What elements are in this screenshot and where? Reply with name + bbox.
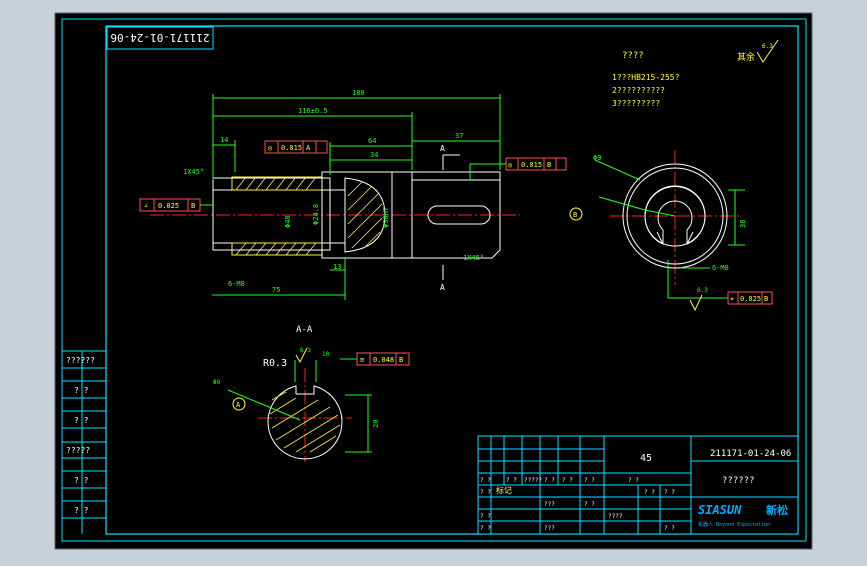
material: 45 bbox=[640, 453, 652, 464]
svg-text:? ?: ? ? bbox=[584, 477, 595, 484]
notes-line-1: 1???HB215-255? bbox=[612, 73, 680, 82]
svg-text:? ?: ? ? bbox=[664, 489, 675, 496]
svg-text:B: B bbox=[399, 356, 403, 364]
svg-text:0.048: 0.048 bbox=[373, 356, 394, 364]
svg-text:∠: ∠ bbox=[144, 202, 148, 210]
svg-text:0.025: 0.025 bbox=[158, 202, 179, 210]
svg-text:? ?: ? ? bbox=[562, 477, 573, 484]
dim-length-b: 116±0.5 bbox=[298, 107, 328, 115]
svg-text:? ?: ? ? bbox=[506, 477, 517, 484]
svg-text:? ?: ? ? bbox=[480, 489, 491, 496]
svg-text:0.015: 0.015 bbox=[281, 144, 302, 152]
svg-text:0.025: 0.025 bbox=[740, 295, 761, 303]
dim-r03: R0.3 bbox=[263, 358, 287, 369]
title-block: 45 211171-01-24-06 ?????? SIASUN 新松 机器人 … bbox=[477, 435, 799, 535]
notes-line-3: 3????????? bbox=[612, 99, 660, 108]
svg-text:B: B bbox=[764, 295, 768, 303]
stamp-label: 标记 bbox=[496, 485, 512, 495]
left-label-5: ? ? bbox=[74, 506, 89, 515]
svg-text:其余: 其余 bbox=[737, 51, 755, 63]
section-mark-top: A bbox=[440, 144, 445, 153]
left-label-2: ? ? bbox=[74, 416, 89, 425]
dim-chamfer-right: 1X45° bbox=[463, 254, 484, 262]
company-logo: SIASUN bbox=[698, 503, 742, 517]
dim-phi48: Φ48 bbox=[284, 215, 292, 228]
roughness-right: 6.3 bbox=[697, 287, 708, 294]
svg-text:? ?: ? ? bbox=[628, 477, 639, 484]
svg-text:? ?: ? ? bbox=[584, 501, 595, 508]
dim-total-length: 180 bbox=[352, 89, 365, 97]
company-slogan: 机器人 Beyond Expectation bbox=[698, 521, 770, 528]
left-label-3: ????? bbox=[66, 446, 90, 455]
dim-phi24: Φ24.8 bbox=[312, 204, 320, 225]
svg-text:? ?: ? ? bbox=[480, 513, 491, 520]
svg-text:B: B bbox=[191, 202, 195, 210]
left-label-1: ? ? bbox=[74, 386, 89, 395]
dim-phi9-section: Φ9 bbox=[213, 379, 221, 386]
notes-title: ???? bbox=[622, 51, 644, 61]
svg-text:? ?: ? ? bbox=[480, 477, 491, 484]
dim-20: 20 bbox=[372, 420, 380, 428]
drawing-number: 211171-01-24-06 bbox=[710, 449, 791, 459]
section-mark-bottom: A bbox=[440, 283, 445, 292]
dim-thread: 6-M8 bbox=[228, 280, 245, 288]
svg-text:????: ???? bbox=[608, 513, 623, 520]
dim-chamfer-left: 1X45° bbox=[183, 168, 204, 176]
svg-text:B: B bbox=[547, 161, 551, 169]
dim-14: 14 bbox=[220, 136, 228, 144]
dim-75: 75 bbox=[272, 286, 280, 294]
svg-text:? ?: ? ? bbox=[480, 525, 491, 532]
dim-13: 13 bbox=[333, 263, 341, 271]
section-aa-title: A-A bbox=[296, 325, 313, 335]
svg-text:? ?: ? ? bbox=[664, 525, 675, 532]
cad-viewport[interactable]: 211171-01-24-06 ?????? ? ? ? ? ????? ? ?… bbox=[0, 0, 867, 562]
dim-38: 38 bbox=[739, 220, 747, 228]
left-label-0: ?????? bbox=[66, 356, 95, 365]
dim-37: 37 bbox=[455, 132, 463, 140]
part-name: ?????? bbox=[722, 476, 755, 486]
drawing-canvas[interactable]: 211171-01-24-06 ?????? ? ? ? ? ????? ? ?… bbox=[0, 0, 867, 562]
company-logo-cn: 新松 bbox=[766, 503, 788, 517]
datum-b-bubble: B bbox=[573, 211, 577, 219]
dim-bore: Φ30H7 bbox=[382, 207, 390, 228]
notes-line-2: 2?????????? bbox=[612, 86, 665, 95]
dim-thread-right: 6-M8 bbox=[712, 264, 729, 272]
svg-text:? ?: ? ? bbox=[644, 489, 655, 496]
svg-text:⌖: ⌖ bbox=[730, 295, 734, 303]
svg-text:???: ??? bbox=[544, 501, 555, 508]
dim-34: 34 bbox=[370, 151, 378, 159]
svg-text:???: ??? bbox=[544, 525, 555, 532]
dim-phi9: Φ9 bbox=[593, 154, 601, 162]
svg-text:?????: ????? bbox=[524, 477, 542, 484]
dim-width-10: 10 bbox=[322, 351, 330, 358]
dim-64: 64 bbox=[368, 137, 376, 145]
svg-text:0.015: 0.015 bbox=[521, 161, 542, 169]
svg-text:≡: ≡ bbox=[360, 356, 364, 364]
reversed-part-number: 211171-01-24-06 bbox=[110, 31, 209, 44]
svg-text:? ?: ? ? bbox=[544, 477, 555, 484]
left-label-4: ? ? bbox=[74, 476, 89, 485]
